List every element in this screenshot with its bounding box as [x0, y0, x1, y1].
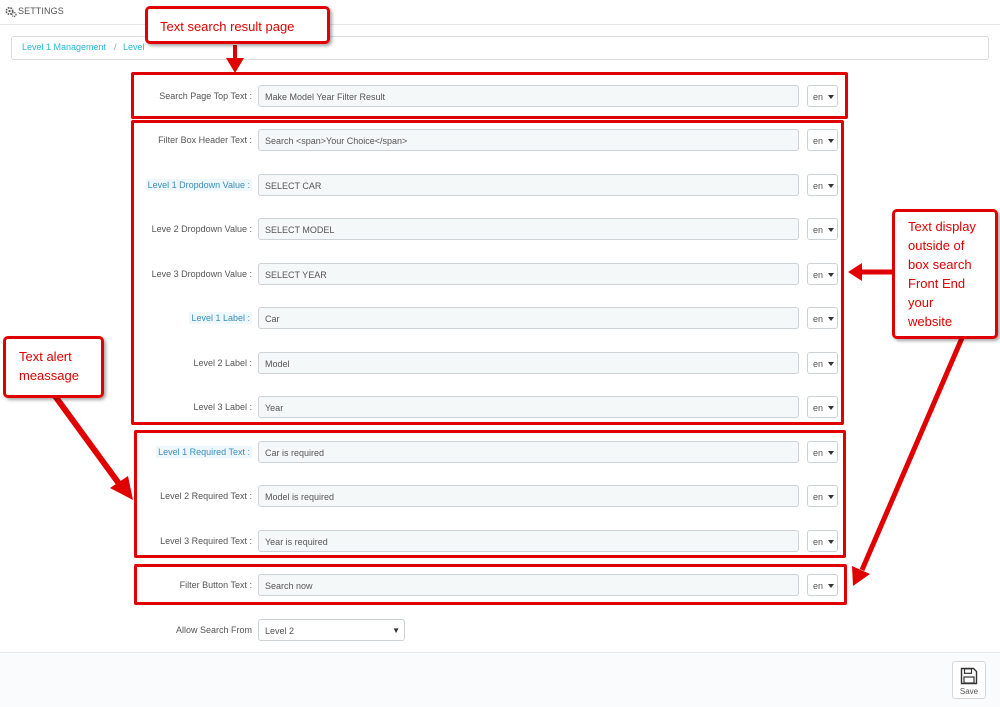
language-dropdown[interactable]: en	[807, 263, 838, 285]
field-label: Level 1 Label :	[189, 312, 252, 324]
caret-down-icon	[828, 495, 834, 499]
callout-line: Front End	[908, 276, 966, 291]
floppy-disk-icon	[960, 667, 978, 685]
gears-icon	[5, 6, 17, 18]
form-row-level2-label: Level 2 Label : Model en	[0, 352, 1000, 376]
form-row-filter-box-header: Filter Box Header Text : Search <span>Yo…	[0, 129, 1000, 153]
level3-label-input[interactable]: Year	[258, 396, 799, 418]
caret-down-icon	[828, 362, 834, 366]
language-dropdown[interactable]: en	[807, 352, 838, 374]
caret-down-icon	[828, 451, 834, 455]
allow-search-from-select[interactable]: Level 2 ▼	[258, 619, 405, 641]
field-label: Leve 2 Dropdown Value :	[151, 224, 252, 234]
language-dropdown[interactable]: en	[807, 441, 838, 463]
callout-line: outside of	[908, 238, 965, 253]
level1-required-text-input[interactable]: Car is required	[258, 441, 799, 463]
form-row-allow-search: Allow Search From Level 2 ▼	[0, 619, 1000, 643]
caret-down-icon	[828, 540, 834, 544]
callout-line: meassage	[19, 368, 79, 383]
level2-dropdown-value-input[interactable]: SELECT MODEL	[258, 218, 799, 240]
caret-down-icon	[828, 406, 834, 410]
caret-down-icon	[828, 95, 834, 99]
language-dropdown[interactable]: en	[807, 530, 838, 552]
language-dropdown[interactable]: en	[807, 85, 838, 107]
callout-line: box search	[908, 257, 972, 272]
caret-down-icon: ▼	[392, 626, 400, 635]
form-row-level3-required: Level 3 Required Text : Year is required…	[0, 530, 1000, 554]
field-label: Level 1 Dropdown Value :	[145, 179, 252, 191]
callout-text: Text search result page	[160, 19, 295, 34]
level1-dropdown-value-input[interactable]: SELECT CAR	[258, 174, 799, 196]
level3-dropdown-value-input[interactable]: SELECT YEAR	[258, 263, 799, 285]
save-label: Save	[959, 687, 979, 696]
caret-down-icon	[828, 139, 834, 143]
filter-button-text-input[interactable]: Search now	[258, 574, 799, 596]
language-code: en	[813, 270, 824, 280]
language-dropdown[interactable]: en	[807, 174, 838, 196]
form-row-level1-dropdown: Level 1 Dropdown Value : SELECT CAR en	[0, 174, 1000, 198]
language-dropdown[interactable]: en	[807, 485, 838, 507]
search-page-top-text-input[interactable]: Make Model Year Filter Result	[258, 85, 799, 107]
language-code: en	[813, 448, 824, 458]
level2-label-input[interactable]: Model	[258, 352, 799, 374]
caret-down-icon	[828, 273, 834, 277]
language-code: en	[813, 492, 824, 502]
language-code: en	[813, 359, 824, 369]
language-code: en	[813, 403, 824, 413]
field-label: Level 2 Required Text :	[160, 491, 252, 501]
caret-down-icon	[828, 228, 834, 232]
form-row-level1-label: Level 1 Label : Car en	[0, 307, 1000, 331]
level3-required-text-input[interactable]: Year is required	[258, 530, 799, 552]
callout-text-display: Text display outside of box search Front…	[892, 209, 998, 339]
save-button[interactable]: Save	[952, 661, 986, 699]
language-code: en	[813, 314, 824, 324]
level2-required-text-input[interactable]: Model is required	[258, 485, 799, 507]
field-label: Level 2 Label :	[193, 358, 252, 368]
panel-title: SETTINGS	[18, 6, 64, 16]
callout-line: Text display	[908, 219, 976, 234]
caret-down-icon	[828, 184, 834, 188]
form-row-filter-button: Filter Button Text : Search now en	[0, 574, 1000, 598]
language-dropdown[interactable]: en	[807, 396, 838, 418]
field-label: Level 1 Required Text :	[156, 446, 252, 458]
callout-text-search-result: Text search result page	[145, 6, 330, 44]
field-label: Search Page Top Text :	[159, 91, 252, 101]
language-code: en	[813, 136, 824, 146]
field-label: Level 3 Label :	[193, 402, 252, 412]
breadcrumb-level-link[interactable]: Level	[123, 42, 145, 52]
form-footer: Save	[0, 652, 1000, 707]
language-dropdown[interactable]: en	[807, 574, 838, 596]
caret-down-icon	[828, 584, 834, 588]
field-label: Filter Box Header Text :	[158, 135, 252, 145]
callout-line: website	[908, 314, 953, 329]
language-code: en	[813, 537, 824, 547]
form-row-level1-required: Level 1 Required Text : Car is required …	[0, 441, 1000, 465]
field-label: Leve 3 Dropdown Value :	[151, 269, 252, 279]
field-label: Level 3 Required Text :	[160, 536, 252, 546]
language-code: en	[813, 181, 824, 191]
caret-down-icon	[828, 317, 834, 321]
field-label: Allow Search From	[175, 625, 252, 635]
language-code: en	[813, 581, 824, 591]
language-dropdown[interactable]: en	[807, 307, 838, 329]
level1-label-input[interactable]: Car	[258, 307, 799, 329]
form-row-level3-label: Level 3 Label : Year en	[0, 396, 1000, 420]
language-code: en	[813, 92, 824, 102]
language-dropdown[interactable]: en	[807, 129, 838, 151]
form-row-level2-required: Level 2 Required Text : Model is require…	[0, 485, 1000, 509]
language-dropdown[interactable]: en	[807, 218, 838, 240]
form-row-search-page-top: Search Page Top Text : Make Model Year F…	[0, 85, 1000, 109]
form-row-level3-dropdown: Leve 3 Dropdown Value : SELECT YEAR en	[0, 263, 1000, 287]
language-code: en	[813, 225, 824, 235]
select-value: Level 2	[265, 626, 295, 636]
callout-line: your	[908, 295, 934, 310]
form-row-level2-dropdown: Leve 2 Dropdown Value : SELECT MODEL en	[0, 218, 1000, 242]
field-label: Filter Button Text :	[179, 580, 252, 590]
callout-text-alert: Text alert meassage	[3, 336, 104, 398]
breadcrumb-level1-management[interactable]: Level 1 Management	[22, 42, 106, 52]
filter-box-header-text-input[interactable]: Search <span>Your Choice</span>	[258, 129, 799, 151]
callout-line: Text alert	[19, 349, 72, 364]
breadcrumb-separator: /	[114, 42, 117, 52]
